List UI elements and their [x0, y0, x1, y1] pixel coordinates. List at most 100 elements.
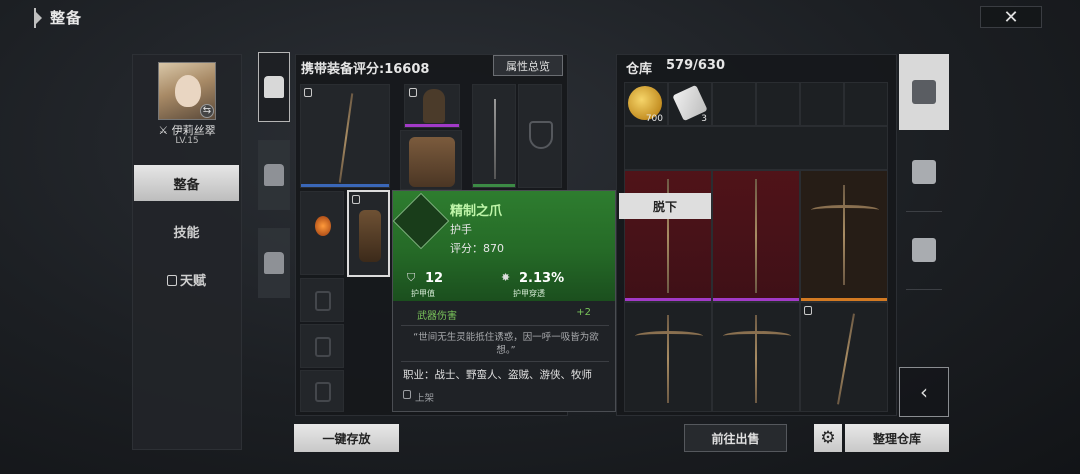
crossbow-limb	[635, 331, 703, 341]
crossbow-limb	[811, 205, 879, 215]
sidebar-item-talents[interactable]: 天赋	[134, 261, 239, 297]
tab-accessories[interactable]	[258, 228, 290, 298]
gauntlet-icon	[359, 210, 381, 262]
page-title: 整备	[50, 9, 83, 27]
swap-icon[interactable]: ⇆	[200, 104, 214, 118]
warehouse-icon	[912, 80, 936, 104]
bow-icon	[338, 93, 354, 183]
store-all-button[interactable]: 一键存放	[294, 424, 399, 452]
equipment-score: 携带装备评分:16608	[301, 62, 430, 77]
item-quantity: 3	[701, 114, 707, 124]
warehouse-title: 仓库	[626, 62, 653, 77]
warehouse-item-crossbow[interactable]	[712, 302, 800, 412]
chevron-left-icon: ‹	[920, 380, 928, 404]
chest-armor-icon	[409, 137, 455, 187]
attribute-name: 武器伤害	[417, 311, 457, 322]
close-button[interactable]: ✕	[980, 6, 1042, 28]
lock-icon	[352, 195, 360, 204]
tab-inventory-bag[interactable]	[899, 134, 949, 210]
divider	[401, 361, 609, 362]
sidebar-item-equip[interactable]: 整备	[134, 165, 239, 201]
warehouse-capacity: 579/630	[666, 58, 726, 73]
bag-icon	[315, 337, 331, 357]
warehouse-item-bow[interactable]	[800, 302, 888, 412]
lock-icon	[409, 88, 417, 97]
helmet-icon	[264, 76, 284, 98]
tab-warehouse[interactable]	[899, 54, 949, 130]
slot-bag-3[interactable]	[300, 370, 344, 412]
warehouse-grid: 700 3	[624, 82, 888, 412]
tab-armor[interactable]	[258, 52, 290, 122]
avatar-face	[175, 75, 201, 107]
bow-icon	[837, 313, 855, 405]
warehouse-slot[interactable]: 3	[668, 82, 712, 126]
penetration-label: 护甲穿透	[513, 289, 545, 298]
warehouse-row[interactable]	[624, 126, 888, 170]
tab-consumables[interactable]	[258, 140, 290, 210]
character-level: LV.15	[175, 136, 199, 146]
collapse-button[interactable]: ‹	[899, 367, 949, 417]
shield-icon	[529, 121, 553, 149]
item-name: 精制之爪	[450, 204, 503, 219]
divider	[401, 325, 609, 326]
warehouse-slot[interactable]	[800, 82, 844, 126]
slot-offhand[interactable]	[518, 84, 562, 188]
slot-bow[interactable]	[300, 84, 390, 188]
slot-gloves[interactable]	[347, 190, 390, 277]
armor-icon: ⛉	[407, 271, 416, 284]
warehouse-slot[interactable]	[756, 82, 800, 126]
armor-value: 12	[425, 271, 444, 286]
listing-status: 上架	[415, 393, 435, 404]
lock-icon	[166, 274, 177, 286]
warehouse-slot[interactable]	[844, 82, 888, 126]
back-arrow-icon[interactable]	[36, 12, 42, 24]
sidebar-item-skills[interactable]: 技能	[134, 213, 239, 249]
attribute-value: +2	[576, 307, 591, 318]
slot-sword[interactable]	[472, 84, 516, 188]
warehouse-slot[interactable]: 700	[624, 82, 668, 126]
tab-shop[interactable]	[899, 212, 949, 288]
slot-amulet[interactable]	[300, 191, 344, 275]
axe-icon	[755, 179, 757, 293]
item-score: 评分：870	[450, 242, 504, 255]
attribute-overview-button[interactable]: 属性总览	[493, 55, 563, 76]
item-classes: 职业：战士、野蛮人、盗贼、游侠、牧师	[403, 369, 592, 381]
item-flavor-text: “世间无生灵能抵住诱惑，因一呼一吸皆为欲想。”	[413, 332, 599, 356]
bag-icon	[912, 160, 936, 184]
warehouse-item-axe[interactable]	[624, 170, 712, 302]
slot-bag-2[interactable]	[300, 324, 344, 368]
go-sell-button[interactable]: 前往出售	[684, 424, 787, 452]
penetration-icon: ✸	[501, 271, 511, 284]
lock-icon	[304, 88, 312, 97]
slot-hood[interactable]	[404, 84, 460, 128]
close-icon: ✕	[1003, 6, 1019, 28]
bag-icon	[264, 164, 284, 186]
divider	[906, 289, 942, 290]
item-quantity: 700	[645, 114, 663, 124]
organize-warehouse-button[interactable]: 整理仓库	[845, 424, 949, 452]
shop-icon	[912, 238, 936, 262]
lock-icon	[403, 390, 411, 399]
crossbow-limb	[723, 331, 791, 341]
crossbow-icon	[667, 315, 669, 403]
item-tooltip: 精制之爪 护手 评分：870 ⛉ 12 护甲值 ✸ 2.13% 护甲穿透 武器伤…	[392, 190, 616, 412]
lock-icon	[804, 306, 812, 315]
settings-button[interactable]: ⚙	[814, 424, 842, 452]
warehouse-item-crossbow[interactable]	[624, 302, 712, 412]
slot-bag-1[interactable]	[300, 278, 344, 322]
claw-icon	[392, 192, 450, 250]
tooltip-header: 精制之爪 护手 评分：870 ⛉ 12 护甲值 ✸ 2.13% 护甲穿透	[392, 191, 615, 301]
slot-chest[interactable]	[400, 130, 462, 190]
crossbow-icon	[843, 185, 845, 285]
hood-icon	[423, 89, 445, 123]
penetration-value: 2.13%	[519, 271, 565, 286]
crossbow-icon	[755, 315, 757, 403]
unequip-button[interactable]: 脱下	[619, 193, 711, 219]
avatar[interactable]: ⇆	[158, 62, 216, 120]
armor-label: 护甲值	[411, 289, 435, 298]
gear-icon: ⚙	[820, 428, 836, 448]
warehouse-item-crossbow[interactable]	[800, 170, 888, 302]
bag-icon	[315, 382, 331, 402]
warehouse-slot[interactable]	[712, 82, 756, 126]
warehouse-item-axe[interactable]	[712, 170, 800, 302]
